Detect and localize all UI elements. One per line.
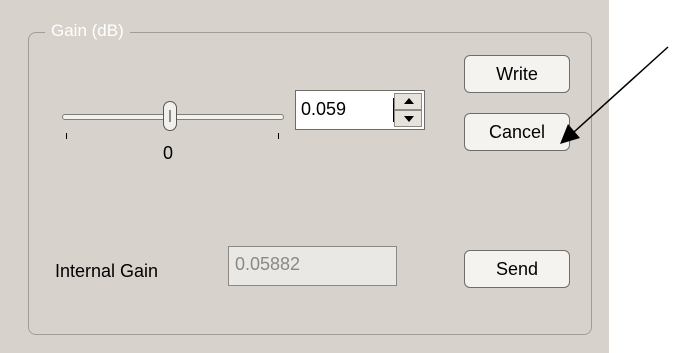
annotation-arrow-icon xyxy=(560,46,669,144)
